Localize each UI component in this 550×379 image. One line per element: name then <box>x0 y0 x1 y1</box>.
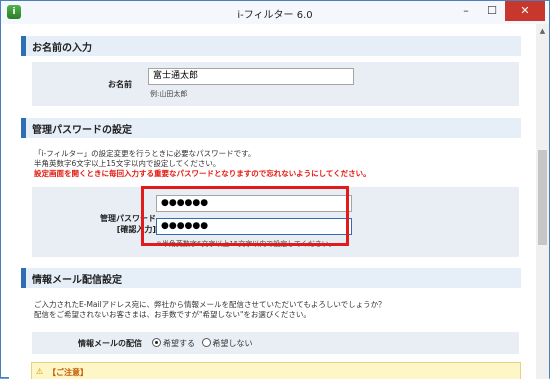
notice-box: ⚠ 【ご注意】 <box>31 362 521 379</box>
radio-unselected-icon[interactable] <box>201 338 211 347</box>
mail-section-title: 情報メール配信設定 <box>32 275 122 286</box>
mail-description-2: 配信をご希望されないお客さまは、お手数ですが"希望しない"をお選びください。 <box>34 310 311 319</box>
mail-option-yes-label: 希望する <box>163 339 195 348</box>
mail-option-no[interactable]: 希望しない <box>201 338 253 348</box>
scroll-up-arrow-icon[interactable]: ▲ <box>536 24 549 38</box>
scroll-thumb[interactable] <box>538 150 547 245</box>
password-section-heading: 管理パスワードの設定 <box>21 118 521 138</box>
password-description-2: 半角英数字6文字以上15文字以内で設定してください。 <box>34 159 221 168</box>
radio-selected-icon[interactable] <box>152 338 161 347</box>
password-highlight-box <box>141 186 349 246</box>
mail-form-row: 情報メールの配信 希望する 希望しない <box>32 332 519 354</box>
mail-label: 情報メールの配信 <box>78 339 142 348</box>
warning-icon: ⚠ <box>36 367 44 376</box>
settings-content: お名前の入力 お名前 富士通太郎 例:山田太郎 管理パスワードの設定 「i-フィ… <box>9 24 536 379</box>
name-example: 例:山田太郎 <box>150 90 188 98</box>
name-form-row: お名前 富士通太郎 例:山田太郎 <box>32 62 519 106</box>
vertical-scrollbar[interactable]: ▲ <box>536 24 549 379</box>
password-description-1: 「i-フィルター」の設定変更を行うときに必要なパスワードです。 <box>34 149 256 158</box>
mail-option-no-label: 希望しない <box>212 339 253 348</box>
mail-description-1: ご入力されたE-Mailアドレス宛に、弊社から情報メールを配信させていただいても… <box>34 300 386 309</box>
name-section-title: お名前の入力 <box>32 43 92 54</box>
mail-radio-group: 希望する 希望しない <box>152 338 253 349</box>
password-section-title: 管理パスワードの設定 <box>32 125 132 136</box>
app-window: i i-フィルター 6.0 – ☐ ✕ お名前の入力 お名前 富士通太郎 例:山… <box>0 0 550 379</box>
password-warning: 設定画面を開くときに毎回入力する重要なパスワードとなりますので忘れないようにして… <box>34 169 371 178</box>
maximize-button[interactable]: ☐ <box>479 1 505 21</box>
name-section-heading: お名前の入力 <box>21 36 521 56</box>
name-label: お名前 <box>108 80 132 89</box>
close-button[interactable]: ✕ <box>505 1 545 21</box>
notice-title: 【ご注意】 <box>48 368 88 377</box>
mail-section-heading: 情報メール配信設定 <box>21 268 521 288</box>
mail-option-yes[interactable]: 希望する <box>152 338 195 348</box>
title-bar: i i-フィルター 6.0 – ☐ ✕ <box>1 1 549 24</box>
name-input[interactable]: 富士通太郎 <box>148 68 354 85</box>
minimize-button[interactable]: – <box>453 1 479 21</box>
